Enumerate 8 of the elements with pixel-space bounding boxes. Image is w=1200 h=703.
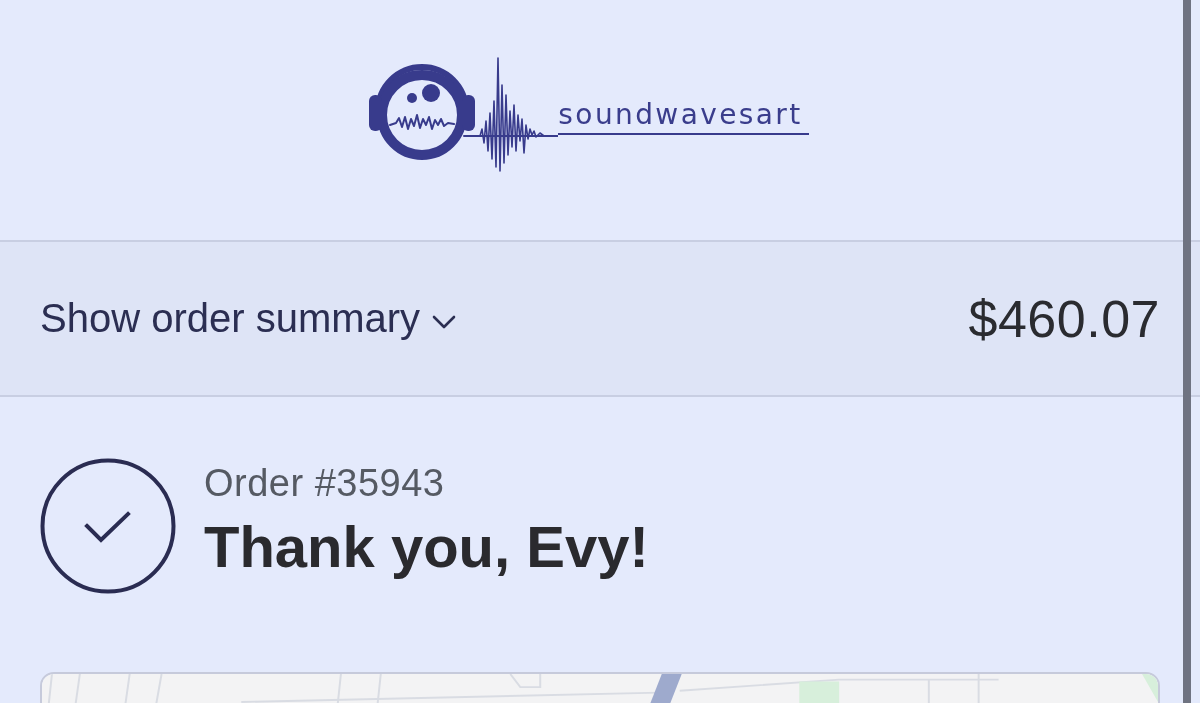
order-number: Order #35943 xyxy=(204,461,446,506)
scrollbar[interactable] xyxy=(1183,0,1191,703)
logo-icon xyxy=(368,55,559,175)
check-circle-icon xyxy=(40,458,176,594)
thank-you-heading: Thank you, Evy! xyxy=(204,513,649,581)
logo-wordmark: soundwavesart xyxy=(558,98,809,135)
order-total: $460.07 xyxy=(968,288,1160,349)
order-summary-toggle[interactable]: Show order summary xyxy=(40,296,457,341)
